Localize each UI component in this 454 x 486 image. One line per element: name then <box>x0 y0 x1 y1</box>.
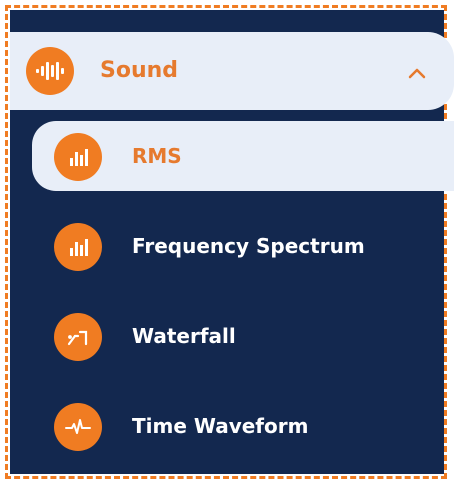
menu-group-title: Sound <box>100 58 179 83</box>
bar-chart-icon <box>54 133 102 181</box>
menu-group-sound[interactable]: Sound <box>10 32 454 110</box>
menu-item-label: Waterfall <box>132 324 236 348</box>
bar-chart-icon <box>54 223 102 271</box>
menu-item-frequency-spectrum[interactable]: Frequency Spectrum <box>10 211 454 281</box>
menu-item-waterfall[interactable]: Waterfall <box>10 301 454 371</box>
menu-item-label: RMS <box>132 144 182 168</box>
menu-item-time-waveform[interactable]: Time Waveform <box>10 391 454 461</box>
sound-wave-icon <box>26 47 74 95</box>
menu-item-label: Frequency Spectrum <box>132 234 365 258</box>
waterfall-icon <box>54 313 102 361</box>
chevron-up-icon[interactable] <box>406 62 428 84</box>
sidebar-menu: Sound RMS Frequency Spectrum Waterfall T… <box>10 10 454 474</box>
waveform-icon <box>54 403 102 451</box>
menu-item-rms[interactable]: RMS <box>32 121 454 191</box>
menu-item-label: Time Waveform <box>132 414 309 438</box>
